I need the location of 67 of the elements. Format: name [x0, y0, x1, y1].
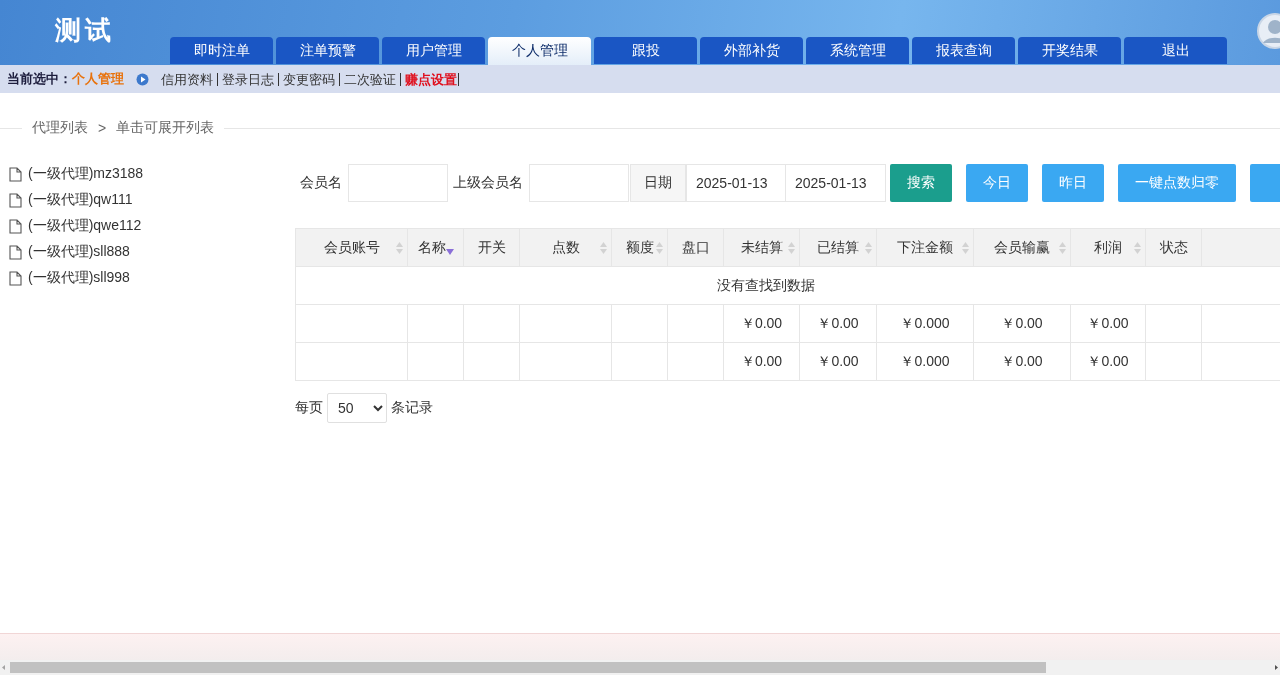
site-title: 测试: [54, 14, 116, 47]
column-header[interactable]: 点数: [519, 228, 612, 267]
nav-tab[interactable]: 开奖结果: [1018, 37, 1121, 64]
end-date-field[interactable]: 2025-01-13: [786, 164, 886, 202]
nav-tab[interactable]: 跟投: [594, 37, 697, 64]
current-section: 个人管理: [72, 70, 124, 88]
current-label: 当前选中：: [7, 70, 72, 88]
column-header[interactable]: 利润: [1070, 228, 1146, 267]
column-header[interactable]: 开关: [463, 228, 520, 267]
total-value: ￥0.00: [817, 352, 859, 369]
column-header[interactable]: 盘口: [667, 228, 724, 267]
nav-tab[interactable]: 个人管理: [488, 37, 591, 65]
start-date-field[interactable]: 2025-01-13: [686, 164, 786, 202]
empty-message: 没有查找到数据: [716, 276, 815, 293]
document-icon: [9, 166, 22, 182]
nav-tab[interactable]: 注单预警: [276, 37, 379, 64]
tree-item[interactable]: (一级代理)mz3188: [28, 165, 144, 183]
parent-member-field[interactable]: [529, 164, 629, 202]
column-header[interactable]: 额度: [611, 228, 668, 267]
nav-tab[interactable]: 系统管理: [806, 37, 909, 64]
total-value: ￥0.00: [817, 314, 859, 331]
horizontal-scrollbar[interactable]: [0, 660, 1280, 675]
total-value: ￥0.00: [740, 352, 783, 369]
pager-label: 条记录: [391, 399, 433, 417]
total-value: ￥0.00: [1001, 352, 1043, 369]
total-value: ￥0.000: [900, 314, 950, 331]
breadcrumb-item: 单击可展开列表: [116, 119, 215, 137]
nav-tab[interactable]: 即时注单: [170, 37, 273, 64]
column-header[interactable]: 状态: [1145, 228, 1202, 267]
total-value: ￥0.00: [740, 314, 783, 331]
column-header[interactable]: 未结算: [723, 228, 800, 267]
nav-tab[interactable]: 退出: [1124, 37, 1227, 64]
breadcrumb-item[interactable]: 代理列表: [32, 119, 88, 137]
document-icon: [9, 270, 22, 286]
nav-tab[interactable]: 外部补货: [700, 37, 803, 64]
column-header[interactable]: 下注金额: [876, 228, 974, 267]
breadcrumb-separator: >: [98, 120, 107, 136]
field-label: 上级会员名: [453, 174, 523, 192]
total-value: ￥0.00: [1001, 314, 1043, 331]
document-icon: [9, 218, 22, 234]
tree-item[interactable]: (一级代理)qwe112: [28, 217, 142, 235]
member-name-field[interactable]: [348, 164, 448, 202]
column-header[interactable]: 会员输赢: [973, 228, 1071, 267]
sub-nav-link[interactable]: 登录日志: [218, 72, 279, 86]
tree-item[interactable]: (一级代理)qw111: [28, 191, 133, 209]
column-header[interactable]: 已结算: [799, 228, 877, 267]
sub-nav-link[interactable]: 信用资料: [157, 72, 218, 86]
pager-label: 每页: [295, 399, 323, 417]
total-value: ￥0.00: [1087, 314, 1129, 331]
tree-item[interactable]: (一级代理)sll888: [28, 243, 130, 261]
nav-tab[interactable]: 用户管理: [382, 37, 485, 64]
column-header[interactable]: 名称: [407, 228, 464, 267]
total-value: ￥0.000: [900, 352, 950, 369]
total-value: ￥0.00: [1087, 352, 1129, 369]
date-label: 日期: [630, 164, 686, 202]
document-icon: [9, 244, 22, 260]
column-header[interactable]: 会员账号: [295, 228, 408, 267]
tree-item[interactable]: (一级代理)sll998: [28, 269, 130, 287]
play-icon: [136, 72, 149, 86]
filter-button[interactable]: [1250, 164, 1280, 202]
sub-nav-link[interactable]: 赚点设置: [401, 72, 459, 86]
page-size-select[interactable]: 50: [327, 393, 387, 423]
nav-tab[interactable]: 报表查询: [912, 37, 1015, 64]
sub-nav-link[interactable]: 二次验证: [340, 72, 401, 86]
sub-nav-link[interactable]: 变更密码: [279, 72, 340, 86]
field-label: 会员名: [300, 174, 342, 192]
document-icon: [9, 192, 22, 208]
